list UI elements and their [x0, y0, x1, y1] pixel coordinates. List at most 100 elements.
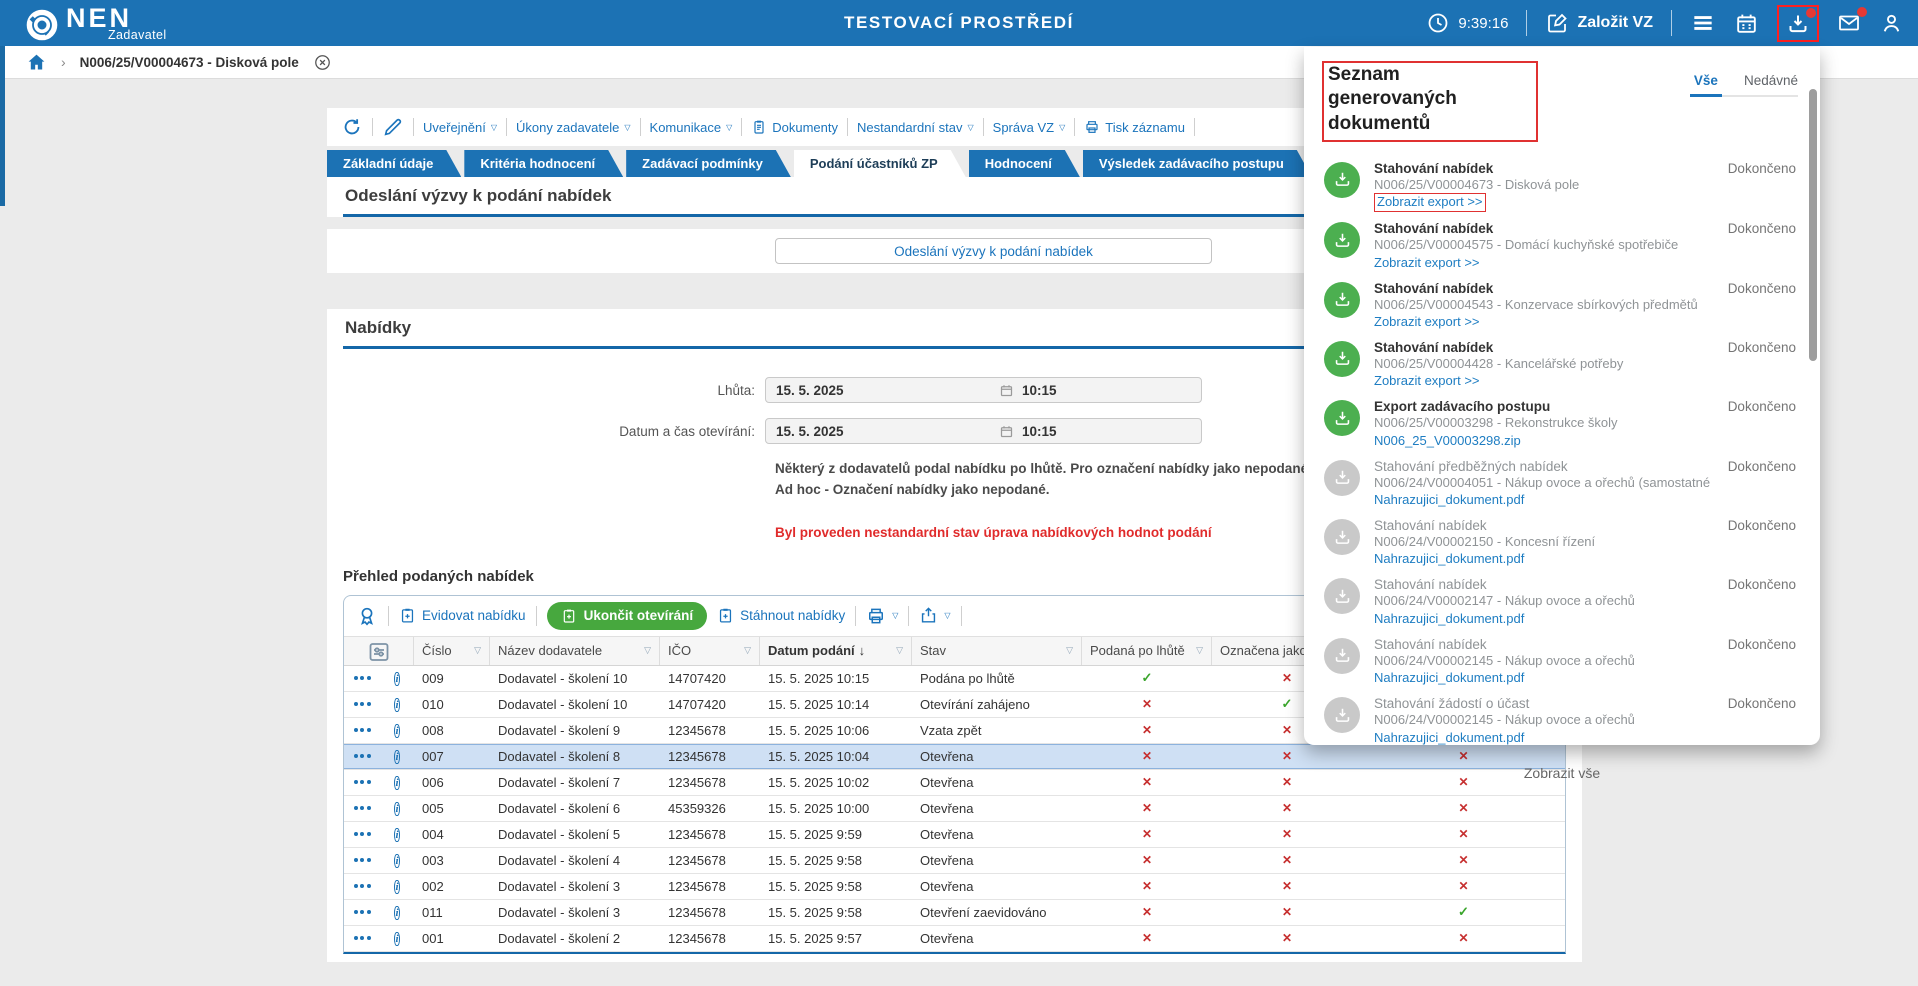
panel-tab-recent[interactable]: Nedávné [1744, 73, 1798, 88]
row-info-icon[interactable]: i [380, 800, 414, 816]
row-menu-icon[interactable] [344, 780, 380, 784]
row-info-icon[interactable]: i [380, 878, 414, 894]
panel-tab-all[interactable]: Vše [1694, 73, 1718, 88]
column-header[interactable]: Název dodavatele ▽ [490, 637, 660, 665]
menu-hamburger-icon[interactable] [1690, 10, 1716, 36]
generated-document-item[interactable]: Stahování nabídek N006/24/V00002145 - Ná… [1304, 632, 1820, 691]
export-icon[interactable] [919, 606, 938, 625]
finish-opening-button[interactable]: Ukončit otevírání [547, 602, 708, 630]
menubar-item[interactable]: Komunikace ▽ [650, 120, 733, 135]
row-info-icon[interactable]: i [380, 696, 414, 712]
filter-icon[interactable]: ▽ [1066, 645, 1073, 656]
generated-document-item[interactable]: Stahování nabídek N006/24/V00002150 - Ko… [1304, 513, 1820, 572]
row-menu-icon[interactable] [344, 832, 380, 836]
pencil-icon[interactable] [382, 116, 404, 138]
filter-icon[interactable]: ▽ [644, 645, 651, 656]
breadcrumb-item[interactable]: N006/25/V00004673 - Disková pole [80, 55, 299, 70]
menubar-item[interactable]: Správa VZ ▽ [993, 120, 1066, 135]
document-link[interactable]: Zobrazit export >> [1374, 314, 1480, 331]
nen-logo[interactable]: NEN Zadavatel [24, 3, 167, 43]
generated-documents-button[interactable] [1786, 12, 1810, 36]
row-info-icon[interactable]: i [380, 852, 414, 868]
home-icon[interactable] [26, 52, 47, 73]
row-menu-icon[interactable] [344, 936, 380, 940]
tab[interactable]: Výsledek zadávacího postupu [1083, 150, 1312, 177]
column-header[interactable]: Datum podání ↓ ▽ [760, 637, 912, 665]
generated-document-item[interactable]: Stahování žádostí o účast N006/24/V00002… [1304, 691, 1820, 750]
document-link[interactable]: Zobrazit export >> [1374, 193, 1486, 212]
messages-button[interactable] [1837, 11, 1861, 35]
refresh-icon[interactable] [341, 116, 363, 138]
menubar-item[interactable]: Úkony zadavatele ▽ [516, 120, 631, 135]
table-row[interactable]: i 005 Dodavatel - školení 6 45359326 15.… [344, 796, 1565, 822]
document-link[interactable]: Zobrazit export >> [1374, 373, 1480, 390]
generated-document-item[interactable]: Stahování nabídek N006/25/V00004543 - Ko… [1304, 276, 1820, 335]
document-link[interactable]: Zobrazit export >> [1374, 255, 1480, 272]
generated-document-item[interactable]: Stahování nabídek N006/25/V00004673 - Di… [1304, 156, 1820, 216]
row-menu-icon[interactable] [344, 702, 380, 706]
tab[interactable]: Hodnocení [969, 150, 1080, 177]
opening-input[interactable]: 15. 5. 2025 10:15 [765, 418, 1202, 444]
table-row[interactable]: i 003 Dodavatel - školení 4 12345678 15.… [344, 848, 1565, 874]
panel-scrollbar[interactable] [1808, 51, 1817, 741]
column-header[interactable]: Číslo ▽ [414, 637, 490, 665]
column-header[interactable]: IČO ▽ [660, 637, 760, 665]
generated-document-item[interactable]: Stahování nabídek N006/25/V00004575 - Do… [1304, 216, 1820, 275]
filter-icon[interactable]: ▽ [896, 645, 903, 656]
user-profile-icon[interactable] [1879, 11, 1904, 36]
scrollbar-thumb[interactable] [1809, 89, 1817, 361]
row-menu-icon[interactable] [344, 858, 380, 862]
tab[interactable]: Podání účastníků ZP [794, 150, 966, 177]
row-menu-icon[interactable] [344, 884, 380, 888]
menubar-item[interactable]: Nestandardní stav ▽ [857, 120, 974, 135]
document-link[interactable]: Nahrazujici_dokument.pdf [1374, 730, 1524, 747]
row-info-icon[interactable]: i [380, 904, 414, 920]
row-menu-icon[interactable] [344, 910, 380, 914]
row-info-icon[interactable]: i [380, 774, 414, 790]
generated-document-item[interactable]: Stahování nabídek N006/25/V00004428 - Ka… [1304, 335, 1820, 394]
table-settings-icon[interactable] [367, 640, 391, 661]
tab[interactable]: Kritéria hodnocení [464, 150, 623, 177]
table-row[interactable]: i 002 Dodavatel - školení 3 12345678 15.… [344, 874, 1565, 900]
menubar-item[interactable]: Uveřejnění ▽ [423, 120, 497, 135]
row-menu-icon[interactable] [344, 676, 380, 680]
deadline-input[interactable]: 15. 5. 2025 10:15 [765, 377, 1202, 403]
row-menu-icon[interactable] [344, 754, 380, 758]
generated-document-item[interactable]: Stahování nabídek N006/24/V00002147 - Ná… [1304, 572, 1820, 631]
filter-icon[interactable]: ▽ [1196, 645, 1203, 656]
table-row[interactable]: i 001 Dodavatel - školení 2 12345678 15.… [344, 926, 1565, 952]
chevron-down-icon[interactable]: ▽ [944, 611, 950, 620]
certificate-seal-icon[interactable] [356, 605, 378, 627]
row-info-icon[interactable]: i [380, 826, 414, 842]
menubar-item[interactable]: Tisk záznamu [1084, 119, 1185, 135]
calendar-icon[interactable] [1734, 11, 1759, 36]
chevron-down-icon[interactable]: ▽ [892, 611, 898, 620]
row-menu-icon[interactable] [344, 806, 380, 810]
generated-document-item[interactable]: Stahování předběžných nabídek N006/24/V0… [1304, 454, 1820, 513]
column-header[interactable]: Stav ▽ [912, 637, 1082, 665]
document-link[interactable]: N006_25_V00003298.zip [1374, 433, 1521, 450]
table-row[interactable]: i 004 Dodavatel - školení 5 12345678 15.… [344, 822, 1565, 848]
download-bids-button[interactable]: Stáhnout nabídky [717, 607, 845, 624]
row-info-icon[interactable]: i [380, 748, 414, 764]
generated-document-item[interactable]: Export zadávacího postupu N006/25/V00003… [1304, 394, 1820, 453]
row-info-icon[interactable]: i [380, 930, 414, 946]
tab[interactable]: Zadávací podmínky [626, 150, 791, 177]
document-link[interactable]: Nahrazujici_dokument.pdf [1374, 670, 1524, 687]
row-info-icon[interactable]: i [380, 722, 414, 738]
table-row[interactable]: i 011 Dodavatel - školení 3 12345678 15.… [344, 900, 1565, 926]
filter-icon[interactable]: ▽ [744, 645, 751, 656]
tab[interactable]: Základní údaje [327, 150, 461, 177]
document-link[interactable]: Nahrazujici_dokument.pdf [1374, 611, 1524, 628]
register-bid-button[interactable]: Evidovat nabídku [399, 607, 526, 624]
create-vz-button[interactable]: Založit VZ [1545, 11, 1653, 35]
document-link[interactable]: Nahrazujici_dokument.pdf [1374, 551, 1524, 568]
filter-icon[interactable]: ▽ [474, 645, 481, 656]
show-all-link[interactable]: Zobrazit vše [1304, 765, 1820, 781]
row-menu-icon[interactable] [344, 728, 380, 732]
row-info-icon[interactable]: i [380, 670, 414, 686]
print-icon[interactable] [866, 606, 886, 626]
menubar-item[interactable]: Dokumenty [751, 119, 838, 135]
send-invite-button[interactable]: Odeslání výzvy k podání nabídek [775, 238, 1212, 264]
close-tab-icon[interactable] [313, 53, 332, 72]
